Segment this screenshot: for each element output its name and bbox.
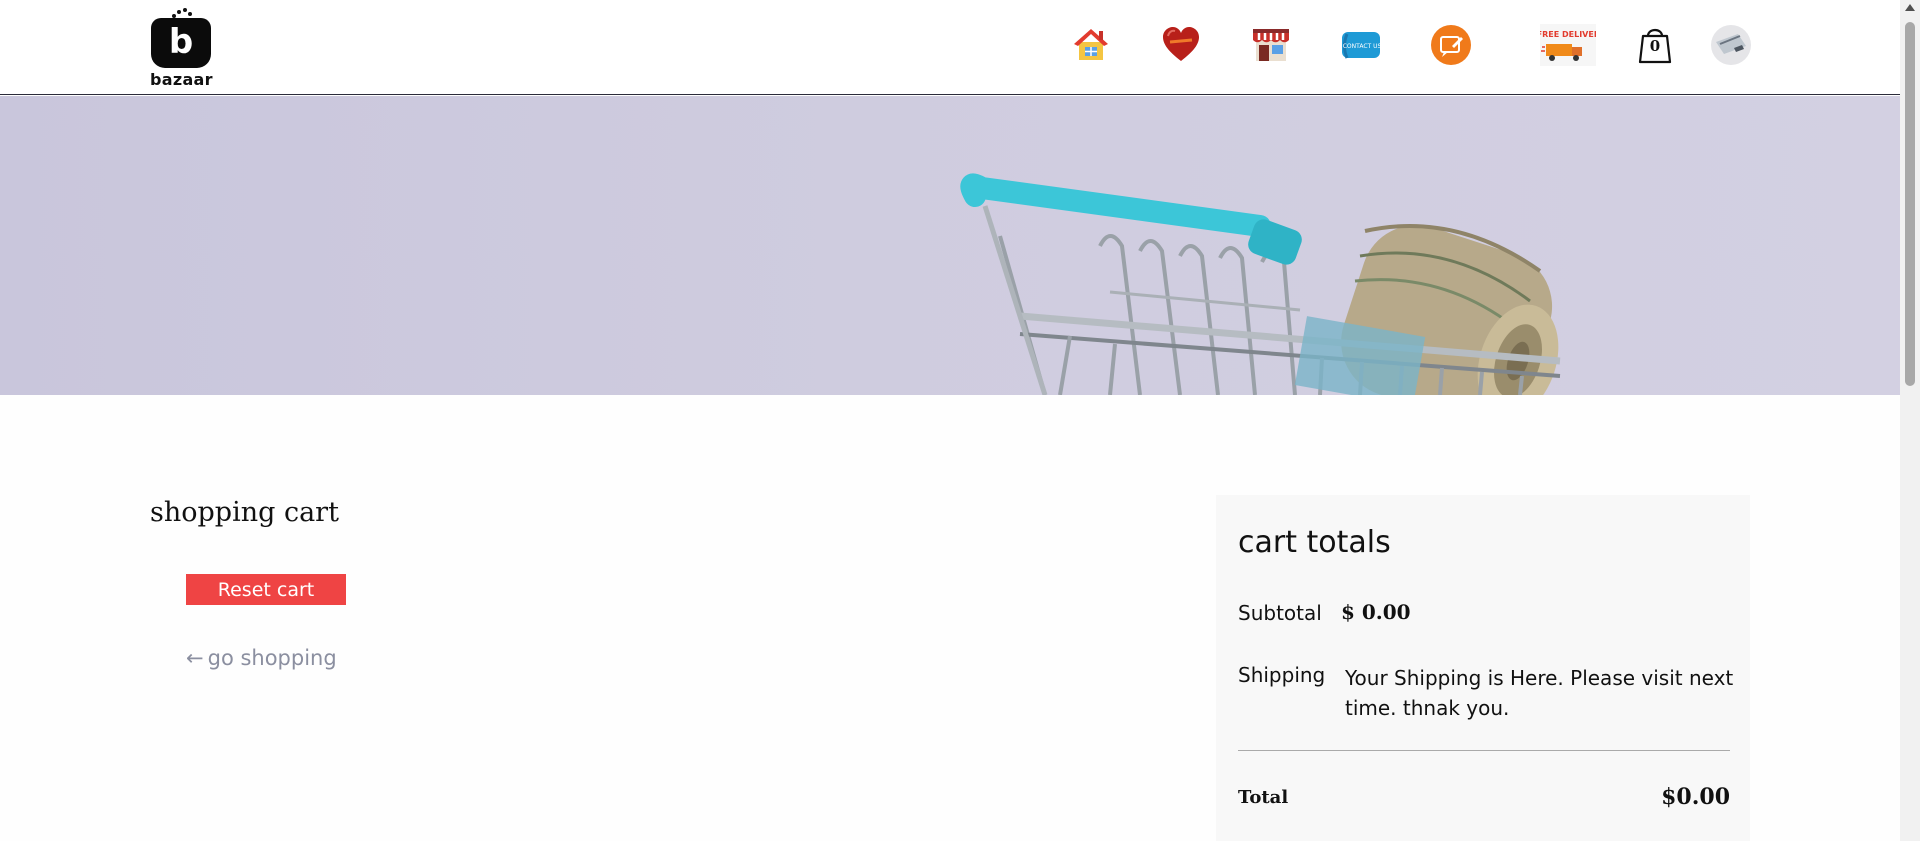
cart-totals-panel: cart totals Subtotal $ 0.00 Shipping You…	[1216, 495, 1750, 841]
contact-us-icon[interactable]: CONTACT US	[1340, 24, 1382, 66]
heart-icon[interactable]	[1160, 24, 1202, 66]
scroll-up-arrow-icon[interactable]	[1905, 4, 1915, 11]
site-header: b bazaar CONTACT US REE DELIVE 0	[0, 0, 1900, 95]
totals-divider	[1238, 750, 1730, 751]
scrollbar-thumb[interactable]	[1905, 22, 1915, 386]
blog-icon[interactable]	[1430, 24, 1472, 66]
total-value: $0.00	[1661, 784, 1730, 810]
bazaar-logo[interactable]: b bazaar	[150, 8, 213, 89]
subtotal-label: Subtotal	[1238, 601, 1322, 625]
subtotal-value: $ 0.00	[1341, 600, 1411, 624]
home-icon[interactable]	[1070, 24, 1112, 66]
total-label: Total	[1238, 787, 1289, 808]
contact-us-text: CONTACT US	[1343, 43, 1382, 50]
cart-count-badge: 0	[1649, 37, 1661, 55]
free-delivery-text: FREE DELIVERY	[1540, 30, 1596, 39]
account-icon[interactable]	[1710, 24, 1752, 66]
logo-letter: b	[168, 22, 194, 62]
shipping-label: Shipping	[1238, 663, 1326, 687]
arrow-left-icon: ←	[186, 646, 204, 670]
logo-brand-text: bazaar	[150, 70, 213, 89]
hero-banner	[0, 96, 1900, 395]
cart-totals-title: cart totals	[1238, 525, 1391, 560]
store-icon[interactable]	[1250, 24, 1292, 66]
free-delivery-icon[interactable]: FREE DELIVERY	[1540, 24, 1596, 66]
go-shopping-label: go shopping	[207, 646, 337, 670]
vertical-scrollbar[interactable]	[1900, 0, 1920, 841]
hero-cart-image	[960, 173, 1561, 395]
shipping-value: Your Shipping is Here. Please visit next…	[1345, 666, 1734, 720]
reset-cart-button[interactable]: Reset cart	[186, 574, 346, 605]
go-shopping-link[interactable]: ← go shopping	[186, 646, 337, 670]
shopping-cart-title: shopping cart	[150, 497, 339, 528]
cart-bag-icon[interactable]: 0	[1634, 24, 1676, 66]
